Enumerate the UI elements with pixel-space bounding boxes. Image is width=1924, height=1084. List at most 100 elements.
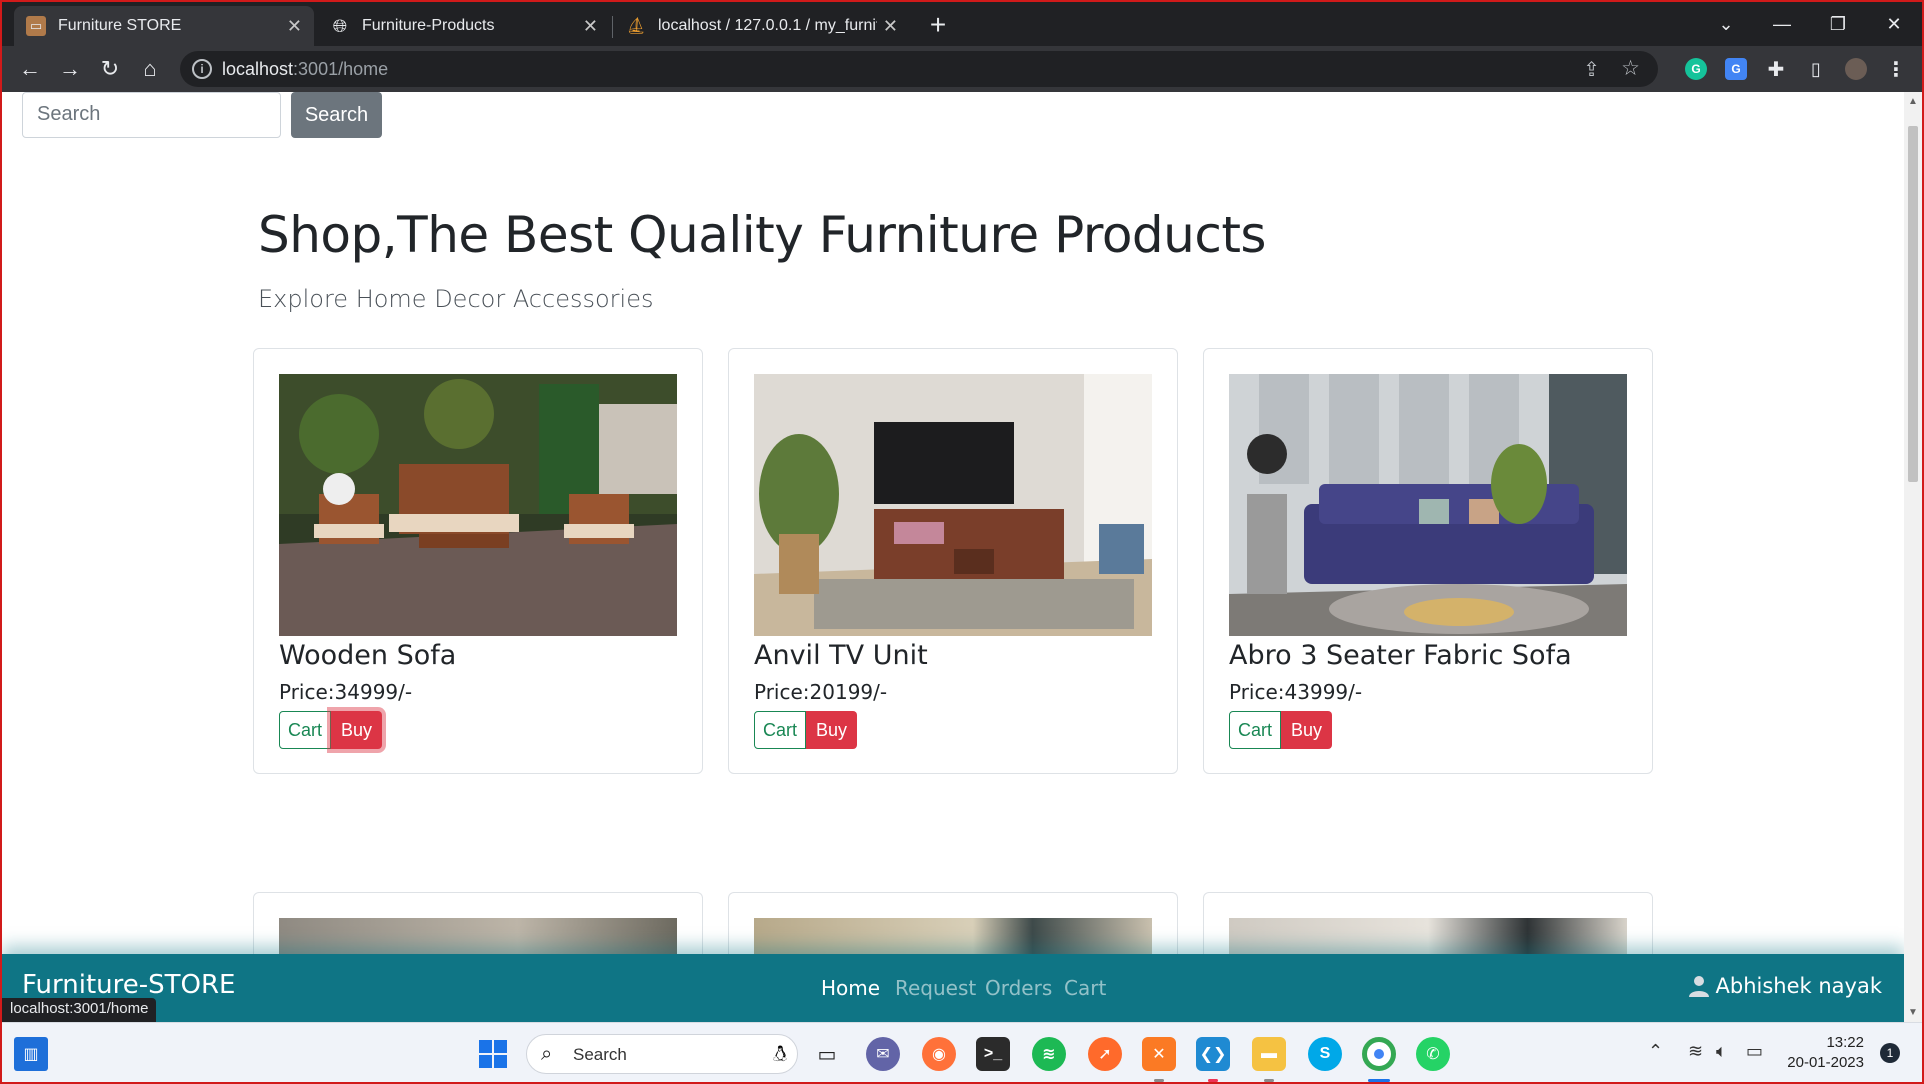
store-favicon-icon: ▭ (26, 16, 46, 36)
skype-icon[interactable]: S (1308, 1037, 1342, 1071)
minimize-button[interactable]: — (1754, 2, 1810, 46)
scrollbar-thumb[interactable] (1908, 126, 1918, 482)
tab-phpmyadmin[interactable]: ⛵︎ localhost / 127.0.0.1 / my_furnitu ✕ (614, 6, 910, 46)
tab-separator (612, 16, 613, 38)
tab-title: Furniture-Products (362, 17, 495, 34)
page-subheading: Explore Home Decor Accessories (258, 285, 654, 313)
extensions-puzzle-icon[interactable]: ✚ (1765, 58, 1787, 81)
nav-cart[interactable]: Cart (1064, 976, 1106, 1000)
reload-icon[interactable]: ↻ (94, 53, 126, 85)
tab-title: Furniture STORE (58, 17, 182, 34)
chrome-icon[interactable] (1362, 1037, 1396, 1071)
add-to-cart-button[interactable]: Cart (754, 711, 806, 749)
url-host: localhost (222, 59, 294, 79)
forward-arrow-icon[interactable]: → (54, 53, 86, 85)
notification-badge[interactable]: 1 (1880, 1043, 1900, 1063)
taskbar-search-label: Search (573, 1045, 627, 1064)
tab-furniture-store[interactable]: ▭ Furniture STORE ✕ (14, 6, 314, 46)
battery-icon[interactable]: ▭ (1746, 1041, 1763, 1062)
tab-furniture-products[interactable]: 🌐︎ Furniture-Products ✕ (318, 6, 610, 46)
translate-icon[interactable]: G (1725, 58, 1747, 80)
bottom-navbar: Furniture-STORE Home Request Orders Cart… (2, 954, 1904, 1022)
profile-avatar[interactable] (1845, 58, 1867, 80)
system-clock[interactable]: 13:22 20-01-2023 (1782, 1033, 1864, 1073)
widgets-icon[interactable]: ▥ (14, 1037, 48, 1071)
share-icon[interactable]: ⇪ (1583, 57, 1600, 82)
side-panel-icon[interactable]: ▯ (1805, 58, 1827, 80)
terminal-icon[interactable]: >_ (976, 1037, 1010, 1071)
postman-icon[interactable]: ➚ (1088, 1037, 1122, 1071)
clock-date: 20-01-2023 (1787, 1054, 1864, 1071)
product-card: Wooden Sofa Price:34999/- Cart Buy (253, 348, 703, 774)
add-to-cart-button[interactable]: Cart (1229, 711, 1281, 749)
wifi-icon[interactable]: ≋ (1688, 1041, 1703, 1062)
brand-logo[interactable]: Furniture-STORE (22, 970, 235, 1000)
user-menu[interactable]: Abhishek nayak (1688, 974, 1882, 998)
scroll-up-icon[interactable]: ▲ (1908, 96, 1918, 107)
close-window-button[interactable]: ✕ (1866, 2, 1922, 46)
running-indicator (1264, 1079, 1274, 1082)
search-button[interactable]: Search (291, 92, 382, 138)
nav-orders[interactable]: Orders (985, 976, 1052, 1000)
grammarly-icon[interactable]: G (1685, 58, 1707, 80)
close-tab-icon[interactable]: ✕ (287, 16, 302, 37)
back-arrow-icon[interactable]: ← (14, 53, 46, 85)
restore-button[interactable]: ❐ (1810, 2, 1866, 46)
spotify-icon[interactable]: ≋ (1032, 1037, 1066, 1071)
tray-chevron-icon[interactable]: ⌃ (1648, 1041, 1663, 1062)
vertical-scrollbar[interactable]: ▲ ▼ (1904, 92, 1922, 1022)
vscode-icon[interactable]: ❮❯ (1196, 1037, 1230, 1071)
close-tab-icon[interactable]: ✕ (883, 16, 898, 37)
home-icon[interactable]: ⌂ (134, 53, 166, 85)
scroll-down-icon[interactable]: ▼ (1908, 1007, 1918, 1018)
bookmark-star-icon[interactable]: ☆ (1621, 56, 1640, 81)
tab-title: localhost / 127.0.0.1 / my_furnitu (658, 17, 877, 34)
buy-button[interactable]: Buy (806, 711, 857, 749)
product-card: Anvil TV Unit Price:20199/- Cart Buy (728, 348, 1178, 774)
tab-search-icon[interactable]: ⌄ (1698, 2, 1754, 46)
product-card: Abro 3 Seater Fabric Sofa Price:43999/- … (1203, 348, 1653, 774)
user-icon (1688, 976, 1709, 997)
anvil-tv-unit-image (754, 374, 1152, 636)
new-tab-button[interactable]: + (922, 10, 954, 42)
clock-time: 13:22 (1826, 1034, 1864, 1051)
taskbar-search[interactable]: ⌕ Search 🐧︎ (526, 1034, 798, 1074)
whatsapp-icon[interactable]: ✆ (1416, 1037, 1450, 1071)
buy-button[interactable]: Buy (1281, 711, 1332, 749)
user-name: Abhishek nayak (1715, 974, 1882, 998)
xampp-icon[interactable]: ✕ (1142, 1037, 1176, 1071)
product-name: Wooden Sofa (279, 640, 457, 671)
buy-button[interactable]: Buy (331, 711, 382, 749)
running-indicator (1368, 1079, 1390, 1082)
start-windows-icon[interactable] (476, 1037, 510, 1071)
volume-icon[interactable]: 🔈︎ (1716, 1041, 1727, 1062)
close-tab-icon[interactable]: ✕ (583, 16, 598, 37)
product-price: Price:34999/- (279, 680, 413, 704)
url-path: :3001/home (293, 59, 389, 79)
firefox-icon[interactable]: ◉ (922, 1037, 956, 1071)
running-indicator (1154, 1079, 1164, 1082)
menu-kebab-icon[interactable]: ⋮ (1885, 58, 1907, 81)
chat-icon[interactable]: ✉ (866, 1037, 900, 1071)
url-text: localhost:3001/home (222, 59, 388, 80)
file-explorer-icon[interactable]: ▬ (1252, 1037, 1286, 1071)
running-indicator (1208, 1079, 1218, 1082)
nav-request[interactable]: Request (895, 976, 976, 1000)
search-input[interactable]: Search (22, 92, 281, 138)
globe-icon: 🌐︎ (332, 15, 348, 36)
site-info-icon[interactable]: i (192, 59, 212, 79)
page-viewport: Search Search Shop,The Best Quality Furn… (2, 92, 1904, 1022)
page-heading: Shop,The Best Quality Furniture Products (258, 206, 1266, 264)
fabric-sofa-image (1229, 374, 1627, 636)
nav-home[interactable]: Home (821, 976, 880, 1000)
product-name: Abro 3 Seater Fabric Sofa (1229, 640, 1572, 671)
task-view-icon[interactable]: ▭ (810, 1037, 844, 1071)
browser-toolbar: ← → ↻ ⌂ i localhost:3001/home ⇪ ☆ G G ✚ … (2, 46, 1922, 92)
screen: ▭ Furniture STORE ✕ 🌐︎ Furniture-Product… (0, 0, 1924, 1084)
address-bar[interactable]: i localhost:3001/home ⇪ ☆ (180, 51, 1658, 87)
product-price: Price:43999/- (1229, 680, 1363, 704)
phpmyadmin-icon: ⛵︎ (625, 18, 647, 35)
add-to-cart-button[interactable]: Cart (279, 711, 331, 749)
product-price: Price:20199/- (754, 680, 888, 704)
tab-strip: ▭ Furniture STORE ✕ 🌐︎ Furniture-Product… (2, 2, 1922, 46)
